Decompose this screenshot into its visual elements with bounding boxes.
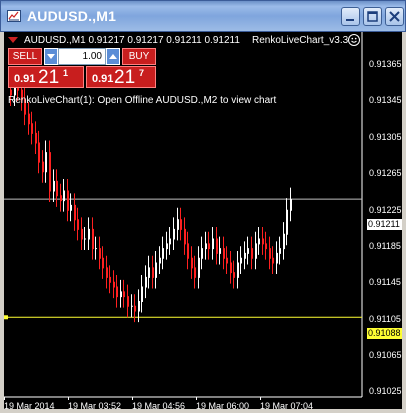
time-axis-label: 19 Mar 03:52 [68,401,122,409]
minimize-button[interactable] [341,7,360,26]
sell-button[interactable]: SELL [8,48,42,65]
time-axis-label: 19 Mar 2014 [4,401,55,409]
buy-price-pips: 21 [114,67,136,88]
price-axis-label: 0.91105 [369,314,401,324]
buy-price-button[interactable]: 0.91 21 7 [86,66,156,88]
window-title: AUDUSD.,M1 [27,8,117,24]
chart-window: AUDUSD.,M1 AUDUSD.,M1 0.91217 0.91217 0.… [0,0,406,413]
price-axis-label: 0.91345 [369,95,402,105]
lot-decrease-button[interactable] [44,48,58,65]
chart-area[interactable]: AUDUSD.,M1 0.91217 0.91217 0.91211 0.912… [4,32,402,409]
buy-price-fraction: 7 [139,68,145,78]
price-axis-label: 0.91265 [369,168,402,178]
bid-price-tag: 0.91211 [367,219,402,230]
sell-price-button[interactable]: 0.91 21 1 [8,66,84,88]
minimize-icon [346,19,354,21]
price-axis-label: 0.91185 [369,241,401,251]
time-axis-label: 19 Mar 07:04 [260,401,314,409]
low-price-tag: 0.91088 [367,328,402,339]
lot-increase-button[interactable] [106,48,120,65]
symbol-menu-arrow-icon[interactable] [8,37,18,43]
one-click-trading-panel: SELL 1.00 BUY 0.91 21 1 0.91 21 7 [8,48,158,88]
chevron-up-icon [109,54,117,59]
maximize-icon [367,11,378,22]
smiley-icon[interactable] [348,34,360,46]
maximize-button[interactable] [363,7,382,26]
price-axis-label: 0.91365 [369,59,402,69]
sell-price-prefix: 0.91 [14,73,36,85]
time-axis-label: 19 Mar 04:56 [132,401,186,409]
candlestick-chart[interactable] [4,32,402,409]
lot-size-input[interactable]: 1.00 [58,48,106,65]
indicator-name: RenkoLiveChart_v3.3 [252,35,349,46]
symbol-ohlc-header: AUDUSD.,M1 0.91217 0.91217 0.91211 0.912… [24,35,240,46]
buy-price-prefix: 0.91 [92,73,114,85]
price-axis-label: 0.91025 [369,386,402,396]
close-icon [389,11,400,22]
indicator-notice: RenkoLiveChart(1): Open Offline AUDUSD.,… [8,95,277,106]
title-bar[interactable]: AUDUSD.,M1 [0,0,406,32]
price-axis-label: 0.91065 [369,350,402,360]
sell-price-pips: 21 [38,67,60,88]
sell-price-fraction: 1 [63,68,69,78]
window-bottom-border [0,409,406,413]
time-axis-label: 19 Mar 06:00 [196,401,250,409]
chevron-down-icon [47,54,55,59]
low-line-marker [4,315,8,320]
price-axis-label: 0.91305 [369,132,402,142]
close-button[interactable] [385,7,404,26]
chart-window-icon [7,10,21,22]
price-axis-label: 0.91145 [369,277,401,287]
buy-button[interactable]: BUY [122,48,156,65]
price-axis-label: 0.91225 [369,205,402,215]
